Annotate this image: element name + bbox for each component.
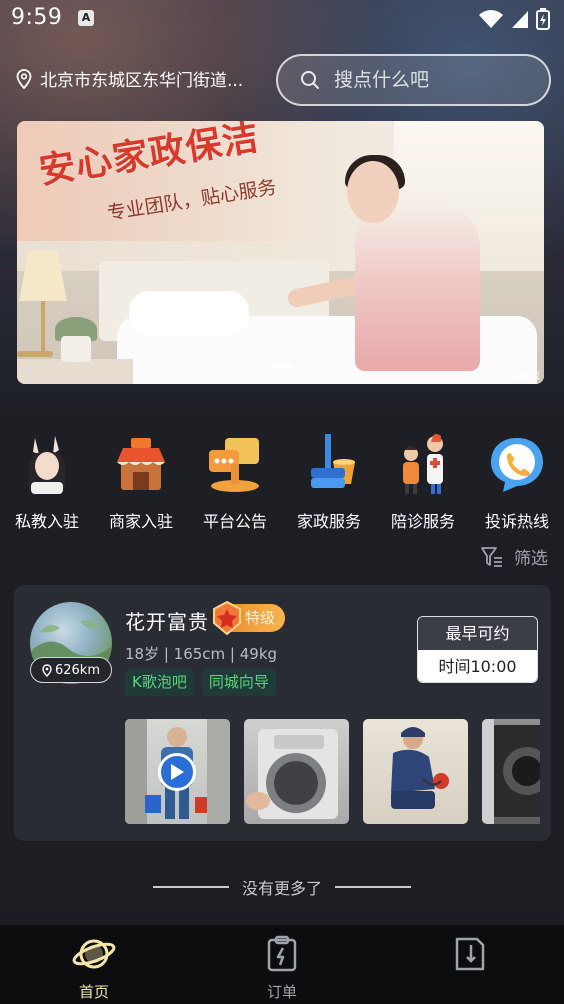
level-badge: 特级 — [213, 601, 286, 635]
location-pin-icon — [42, 663, 52, 677]
quick-item-hotline[interactable]: 投诉热线 — [470, 432, 564, 532]
tab-label: 首页 — [78, 983, 109, 1001]
hotline-icon — [485, 432, 549, 496]
plant-pot — [61, 336, 91, 362]
location-text: 北京市东城区东华门街道... — [40, 71, 244, 91]
housekeeper-figure — [355, 206, 480, 371]
earliest-label: 最早可约 — [418, 617, 537, 650]
side-table — [17, 359, 133, 384]
book-icon — [455, 937, 485, 971]
provider-info: 18岁 | 165cm | 49kg — [125, 645, 278, 663]
tag: 同城向导 — [201, 669, 276, 696]
provider-card[interactable]: 626km 花开富贵 特级 18岁 | 165cm | 49kg K歌泡吧 同城… — [14, 585, 551, 841]
medical-escort-icon — [391, 432, 455, 496]
status-time: 9:59 — [11, 5, 63, 30]
gallery-photo[interactable] — [244, 719, 349, 824]
quick-menu: 私教入驻 商家入驻 平台公告 家政服务 陪诊服务 投诉热线 — [0, 432, 564, 532]
housekeeper-head — [347, 161, 399, 223]
distance-text: 626km — [54, 662, 100, 678]
lamp-stem — [41, 301, 45, 351]
status-icons — [478, 8, 550, 30]
wifi-icon — [479, 10, 503, 28]
announcement-icon — [203, 432, 267, 496]
location-selector[interactable]: 北京市东城区东华门街道... — [16, 66, 266, 91]
battery-icon — [536, 8, 550, 30]
search-input[interactable] — [334, 69, 534, 91]
banner-watermark: 豆包AI生成 — [495, 372, 540, 382]
distance-badge: 626km — [30, 657, 112, 683]
quick-item-announcement[interactable]: 平台公告 — [188, 432, 282, 532]
quick-item-shop[interactable]: 商家入驻 — [94, 432, 188, 532]
tab-label: 订单 — [266, 983, 297, 1001]
order-clipboard-icon — [267, 935, 297, 972]
signal-icon — [512, 11, 528, 28]
quick-item-medical[interactable]: 陪诊服务 — [376, 432, 470, 532]
search-bar[interactable] — [276, 54, 551, 106]
tab-profile[interactable] — [410, 935, 530, 981]
divider — [153, 886, 229, 888]
notification-badge: A — [78, 10, 94, 26]
lamp-shade — [19, 251, 67, 301]
quick-label: 商家入驻 — [108, 512, 173, 531]
gallery-photo[interactable] — [363, 719, 468, 824]
play-icon — [171, 764, 184, 780]
quick-label: 投诉热线 — [484, 512, 549, 531]
medal-icon — [213, 601, 241, 635]
quick-label: 陪诊服务 — [390, 512, 455, 531]
level-text: 特级 — [245, 609, 276, 627]
quick-label: 平台公告 — [202, 512, 267, 531]
quick-item-coach[interactable]: 私教入驻 — [0, 432, 94, 532]
tab-orders[interactable]: 订单 — [222, 935, 342, 1002]
location-pin-icon — [16, 68, 32, 89]
filter-label: 筛选 — [514, 549, 548, 569]
search-icon — [301, 71, 319, 89]
list-end-text: 没有更多了 — [241, 879, 322, 898]
quick-label: 私教入驻 — [14, 512, 79, 531]
gallery-photo[interactable] — [482, 719, 540, 824]
photo-gallery — [125, 719, 540, 825]
tag-list: K歌泡吧 同城向导 — [125, 669, 276, 696]
list-end-indicator: 没有更多了 — [153, 875, 411, 899]
promo-banner[interactable]: 安心家政保洁 专业团队，贴心服务 豆包AI生成 — [17, 121, 544, 384]
earliest-appointment[interactable]: 最早可约 时间10:00 — [417, 616, 538, 683]
status-bar: 9:59 A — [0, 0, 564, 40]
shop-icon — [109, 432, 173, 496]
bottom-tab-bar: 首页 订单 — [0, 925, 564, 1004]
tag: K歌泡吧 — [125, 669, 194, 696]
pillow — [129, 291, 249, 336]
coach-icon — [15, 432, 79, 496]
provider-name: 花开富贵 — [125, 610, 209, 634]
quick-item-housekeeping[interactable]: 家政服务 — [282, 432, 376, 532]
quick-label: 家政服务 — [296, 512, 361, 531]
play-button[interactable] — [158, 753, 196, 791]
lamp-base — [17, 351, 53, 357]
planet-icon — [72, 939, 116, 969]
filter-button[interactable]: 筛选 — [480, 544, 548, 569]
gallery-video[interactable] — [125, 719, 230, 824]
earliest-time: 时间10:00 — [418, 650, 537, 682]
filter-icon — [481, 546, 502, 567]
cleaning-icon — [297, 432, 361, 496]
tab-home[interactable]: 首页 — [34, 935, 154, 1002]
carousel-indicator[interactable] — [270, 363, 292, 369]
divider — [334, 886, 411, 888]
